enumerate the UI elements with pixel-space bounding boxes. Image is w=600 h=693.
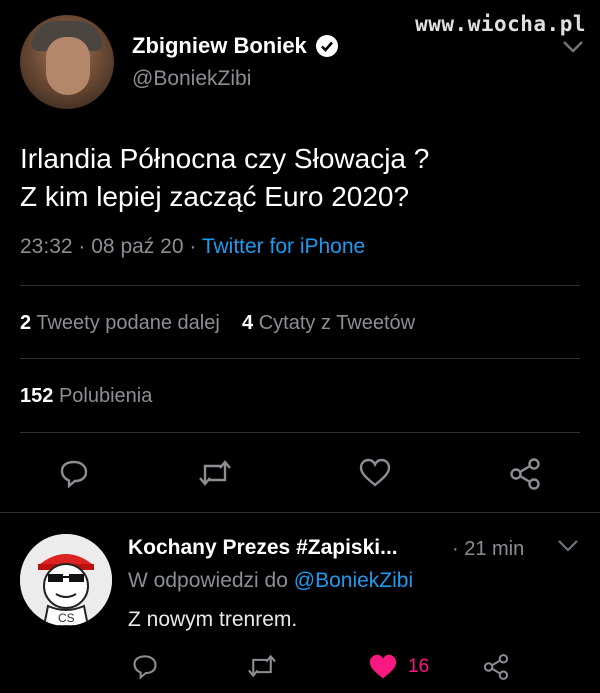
retweet-icon[interactable] — [246, 652, 278, 680]
mention-link[interactable]: @BoniekZibi — [294, 569, 413, 592]
like-count: 16 — [408, 656, 430, 677]
divider — [0, 512, 600, 513]
author-name[interactable]: Zbigniew Boniek — [132, 33, 307, 59]
tweet-time: 23:32 — [20, 235, 73, 258]
watermark: www.wiocha.pl — [415, 12, 586, 36]
like-icon[interactable] — [368, 653, 398, 681]
tweet-header: Zbigniew Boniek @BoniekZibi — [20, 15, 339, 109]
avatar[interactable] — [20, 15, 114, 109]
reply-icon[interactable] — [58, 457, 90, 489]
replying-to: W odpowiedzi do @BoniekZibi — [128, 569, 413, 593]
separator: · — [189, 235, 197, 258]
avatar-illustration: CS — [20, 534, 112, 626]
engagement-stats: 2 Tweety podane dalej 4 Cytaty z Tweetów — [20, 312, 415, 335]
reply-icon[interactable] — [131, 652, 159, 680]
tweet-date: 08 paź 20 — [91, 235, 184, 258]
tweet-text: Irlandia Północna czy Słowacja ? Z kim l… — [20, 140, 580, 216]
like-icon[interactable] — [358, 457, 392, 489]
share-icon[interactable] — [482, 652, 510, 682]
reply-text: Z nowym trenrem. — [128, 608, 298, 631]
separator: · — [78, 235, 86, 258]
share-icon[interactable] — [508, 457, 542, 491]
divider — [20, 358, 580, 359]
tweet-actions — [0, 455, 600, 495]
reply-avatar[interactable]: CS — [20, 534, 112, 626]
tweet-meta: 23:32 · 08 paź 20 · Twitter for iPhone — [20, 235, 365, 259]
reply-like[interactable]: 16 — [368, 653, 429, 681]
chevron-down-icon[interactable] — [557, 539, 579, 553]
reply-author-name[interactable]: Kochany Prezes #Zapiski... — [128, 536, 398, 560]
chevron-down-icon[interactable] — [562, 40, 584, 54]
verified-icon — [315, 35, 338, 57]
replying-prefix: W odpowiedzi do — [128, 569, 288, 592]
retweets-stat[interactable]: 2 Tweety podane dalej — [20, 312, 220, 334]
retweet-icon[interactable] — [197, 457, 233, 489]
divider — [20, 285, 580, 286]
reply-time: · 21 min — [452, 538, 525, 560]
divider — [20, 432, 580, 433]
tweet-text-line: Irlandia Północna czy Słowacja ? — [20, 143, 430, 174]
author-handle[interactable]: @BoniekZibi — [132, 67, 339, 91]
avatar-text: CS — [58, 611, 75, 625]
tweet-text-line: Z kim lepiej zacząć Euro 2020? — [20, 181, 410, 212]
tweet-client-link[interactable]: Twitter for iPhone — [202, 235, 365, 258]
likes-stat[interactable]: 152 Polubienia — [20, 385, 152, 408]
quotes-stat[interactable]: 4 Cytaty z Tweetów — [242, 312, 415, 334]
